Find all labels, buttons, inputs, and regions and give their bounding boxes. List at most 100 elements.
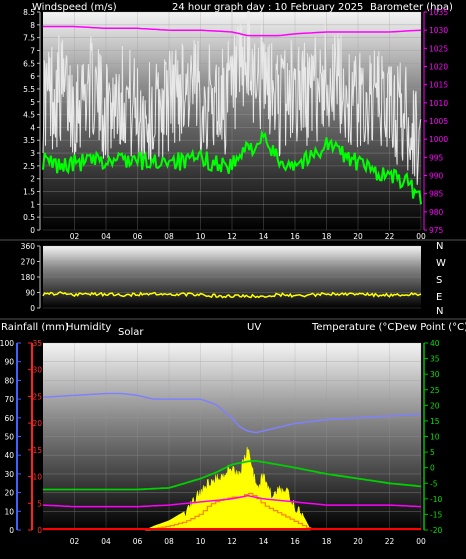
rainfall-tick-label: 0	[37, 526, 42, 535]
time-tick-label: 22	[385, 537, 395, 546]
temperature-tick-label: -5	[430, 479, 438, 488]
barometer-tick-label: 1015	[429, 81, 448, 90]
temperature-tick-label: 10	[430, 433, 440, 442]
time-tick-label: 16	[290, 232, 300, 241]
time-tick-label: 04	[101, 537, 111, 546]
temperature-tick-label: -10	[430, 495, 442, 504]
time-tick-label: 18	[322, 232, 332, 241]
windspeed-tick-label: 2.5	[23, 162, 35, 171]
temperature-tick-label: 30	[430, 370, 440, 379]
rainfall-tick-label: 30	[32, 366, 42, 375]
time-tick-label: 16	[290, 537, 300, 546]
time-tick-label: 00	[416, 537, 426, 546]
humidity-tick-label: 30	[4, 470, 14, 479]
barometer-tick-label: 1030	[429, 26, 448, 35]
windspeed-tick-label: 0	[30, 226, 35, 235]
temperature-tick-label: -15	[430, 510, 442, 519]
time-tick-label: 00	[416, 232, 426, 241]
time-tick-label: 12	[227, 232, 237, 241]
windspeed-tick-label: 6.5	[23, 59, 35, 68]
direction-label-n-top: N	[436, 241, 443, 252]
humidity-tick-label: 80	[4, 376, 14, 385]
humidity-axis-title: Humidity	[66, 322, 111, 333]
barometer-tick-label: 1010	[429, 99, 448, 108]
rainfall-tick-label: 10	[32, 473, 42, 482]
humidity-tick-label: 0	[9, 526, 14, 535]
barometer-tick-label: 975	[429, 226, 444, 235]
weather-graph: Windspeed (m/s) 24 hour graph day : 10 F…	[0, 0, 466, 555]
temperature-tick-label: 35	[430, 355, 440, 364]
windspeed-tick-label: 5	[30, 98, 35, 107]
time-tick-label: 12	[227, 537, 237, 546]
humidity-tick-label: 40	[4, 451, 14, 460]
barometer-tick-label: 980	[429, 208, 444, 217]
temperature-axis-title: Temperature (°C)	[311, 322, 398, 333]
rainfall-tick-label: 15	[32, 446, 42, 455]
humidity-tick-label: 20	[4, 489, 14, 498]
temperature-tick-label: 20	[430, 401, 440, 410]
windspeed-tick-label: 0.5	[23, 213, 35, 222]
barometer-tick-label: 985	[429, 190, 444, 199]
direction-tick-label: 270	[21, 258, 36, 267]
chart-title: 24 hour graph day : 10 February 2025	[172, 2, 363, 13]
temperature-tick-label: -20	[430, 526, 442, 535]
temperature-tick-label: 15	[430, 417, 440, 426]
temperature-tick-label: 40	[430, 339, 440, 348]
windspeed-tick-label: 7.5	[23, 34, 35, 43]
rainfall-axis-title: Rainfall (mm)	[1, 322, 69, 333]
direction-label-n-bottom: N	[436, 306, 443, 317]
barometer-tick-label: 990	[429, 172, 444, 181]
temperature-tick-label: 0	[430, 464, 435, 473]
time-tick-label: 04	[101, 232, 111, 241]
time-tick-label: 06	[133, 537, 143, 546]
windspeed-tick-label: 3	[30, 149, 35, 158]
direction-label-e: E	[436, 292, 442, 303]
rainfall-tick-label: 5	[37, 499, 42, 508]
barometer-tick-label: 1025	[429, 44, 448, 53]
direction-label-w: W	[436, 258, 446, 269]
barometer-tick-label: 1000	[429, 135, 448, 144]
time-tick-label: 08	[164, 537, 174, 546]
humidity-tick-label: 60	[4, 414, 14, 423]
direction-tick-label: 180	[21, 273, 36, 282]
rainfall-tick-label: 25	[32, 392, 42, 401]
barometer-tick-label: 995	[429, 153, 444, 162]
time-tick-label: 10	[196, 537, 206, 546]
uv-label: UV	[247, 322, 261, 333]
rainfall-tick-label: 35	[32, 339, 42, 348]
direction-label-s: S	[436, 275, 442, 286]
windspeed-tick-label: 7	[30, 46, 35, 55]
windspeed-tick-label: 1.5	[23, 188, 35, 197]
windspeed-tick-label: 8.5	[23, 8, 35, 17]
dew-point-axis-title: Dew Point (°C)	[395, 322, 466, 333]
time-tick-label: 20	[353, 232, 363, 241]
windspeed-tick-label: 5.5	[23, 85, 35, 94]
rainfall-tick-label: 20	[32, 419, 42, 428]
barometer-tick-label: 1005	[429, 117, 448, 126]
time-tick-label: 02	[70, 537, 80, 546]
windspeed-tick-label: 8	[30, 21, 35, 30]
barometer-tick-label: 1020	[429, 63, 448, 72]
humidity-tick-label: 100	[0, 339, 14, 348]
direction-tick-label: 0	[30, 304, 35, 313]
time-tick-label: 14	[259, 537, 269, 546]
temperature-tick-label: 5	[430, 448, 435, 457]
time-tick-label: 20	[353, 537, 363, 546]
time-tick-label: 08	[164, 232, 174, 241]
time-tick-label: 18	[322, 537, 332, 546]
solar-label: Solar	[118, 327, 144, 338]
windspeed-tick-label: 4.5	[23, 111, 35, 120]
time-tick-label: 10	[196, 232, 206, 241]
humidity-tick-label: 90	[4, 358, 14, 367]
time-tick-label: 06	[133, 232, 143, 241]
windspeed-tick-label: 6	[30, 72, 35, 81]
barometer-tick-label: 1035	[429, 8, 448, 17]
time-tick-label: 02	[70, 232, 80, 241]
time-tick-label: 22	[385, 232, 395, 241]
direction-tick-label: 90	[25, 289, 35, 298]
humidity-tick-label: 70	[4, 395, 14, 404]
humidity-tick-label: 10	[4, 507, 14, 516]
windspeed-tick-label: 3.5	[23, 136, 35, 145]
windspeed-tick-label: 4	[30, 123, 35, 132]
temperature-tick-label: 25	[430, 386, 440, 395]
